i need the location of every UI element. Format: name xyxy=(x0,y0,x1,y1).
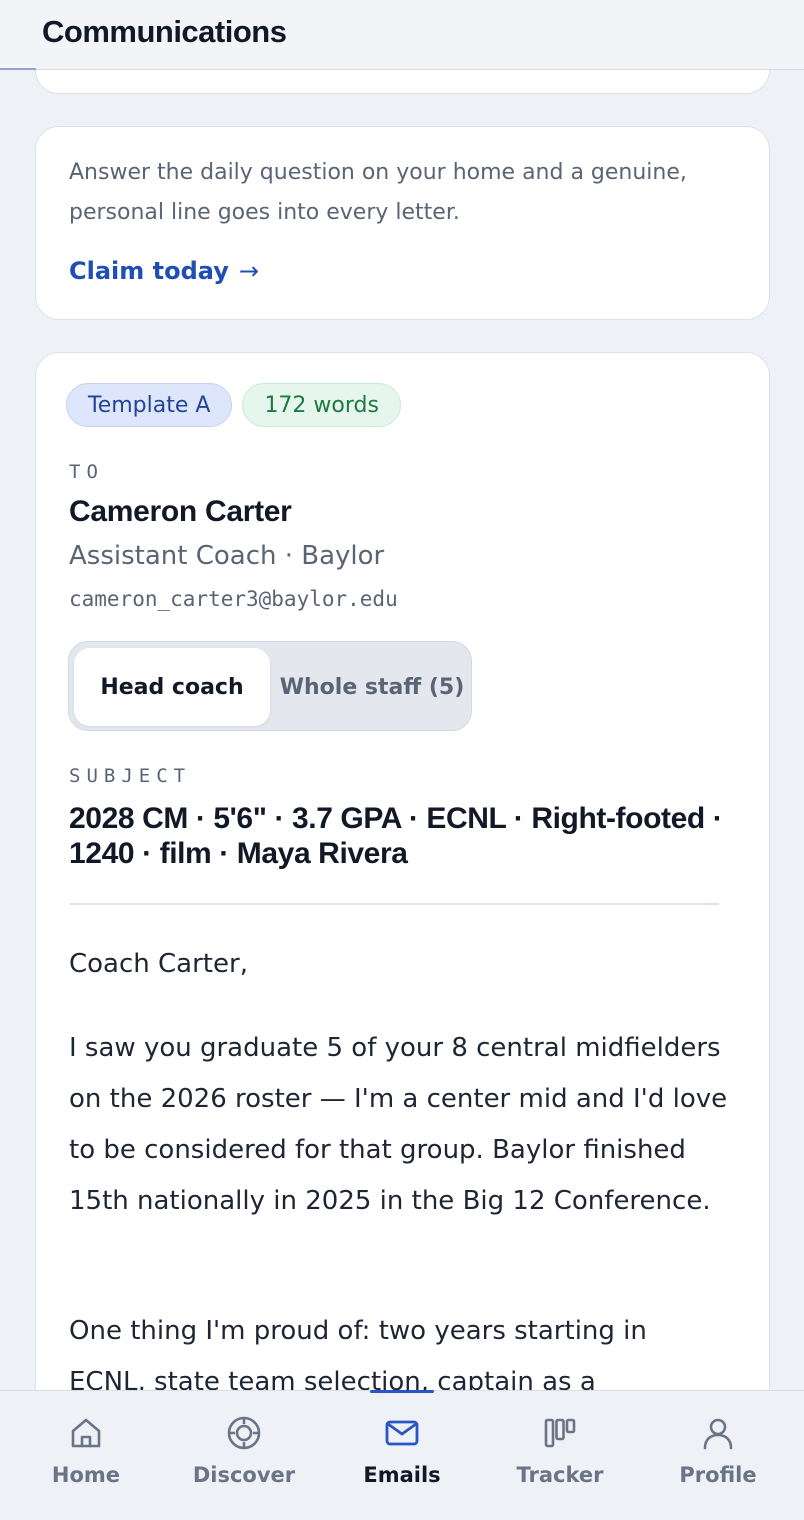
email-badges: Template A 172 words xyxy=(66,383,401,427)
compass-icon xyxy=(227,1416,261,1450)
tab-home-label: Home xyxy=(51,1463,121,1487)
home-icon xyxy=(71,1418,101,1448)
claim-today-label: Claim today xyxy=(69,257,229,285)
daily-question-text: Answer the daily question on your home a… xyxy=(69,160,687,225)
recipient-email: cameron_carter3@baylor.edu xyxy=(69,587,398,611)
tab-profile[interactable]: Profile xyxy=(653,1413,783,1513)
arrow-right-icon: → xyxy=(238,257,259,285)
recipient-name: Cameron Carter xyxy=(69,495,292,528)
app-header: Communications xyxy=(0,0,804,70)
tab-emails[interactable]: Emails xyxy=(337,1413,467,1513)
subject-divider xyxy=(69,903,719,905)
email-greeting: Coach Carter, xyxy=(69,949,248,979)
user-icon xyxy=(703,1418,733,1450)
mail-icon xyxy=(385,1420,419,1446)
tab-tracker[interactable]: Tracker xyxy=(495,1413,625,1513)
tab-tracker-label: Tracker xyxy=(516,1463,604,1487)
page-title: Communications xyxy=(42,14,287,49)
recipient-role: Assistant Coach · Baylor xyxy=(69,541,385,571)
word-count-badge: 172 words xyxy=(242,383,401,427)
to-label: TO xyxy=(69,461,104,483)
tab-emails-label: Emails xyxy=(363,1463,441,1487)
whole-staff-option[interactable]: Whole staff (5) xyxy=(275,648,469,726)
kanban-icon xyxy=(544,1418,576,1448)
bottom-tab-bar: Home Discover Emails Tracker Profile xyxy=(0,1390,804,1520)
template-badge: Template A xyxy=(66,383,233,427)
active-tab-indicator xyxy=(370,1390,434,1393)
claim-today-link[interactable]: Claim today → xyxy=(69,257,259,285)
previous-card xyxy=(35,70,770,94)
email-subject: 2028 CM · 5'6" · 3.7 GPA · ECNL · Right-… xyxy=(69,802,723,870)
email-paragraph: I saw you graduate 5 of your 8 central m… xyxy=(69,1033,728,1216)
email-paragraph: One thing I'm proud of: two years starti… xyxy=(69,1316,647,1390)
tab-profile-label: Profile xyxy=(679,1463,757,1487)
tab-home[interactable]: Home xyxy=(21,1413,151,1513)
subject-label: SUBJECT xyxy=(69,765,192,787)
tab-discover-label: Discover xyxy=(192,1463,296,1487)
head-coach-option[interactable]: Head coach xyxy=(74,648,270,726)
content-scroll-area[interactable]: Answer the daily question on your home a… xyxy=(0,70,804,1390)
daily-question-card: Answer the daily question on your home a… xyxy=(35,126,770,320)
recipient-toggle: Head coach Whole staff (5) xyxy=(68,641,472,731)
tab-discover[interactable]: Discover xyxy=(179,1413,309,1513)
header-accent-line xyxy=(0,68,36,70)
email-draft-card: Template A 172 words TO Cameron Carter A… xyxy=(35,352,770,1390)
